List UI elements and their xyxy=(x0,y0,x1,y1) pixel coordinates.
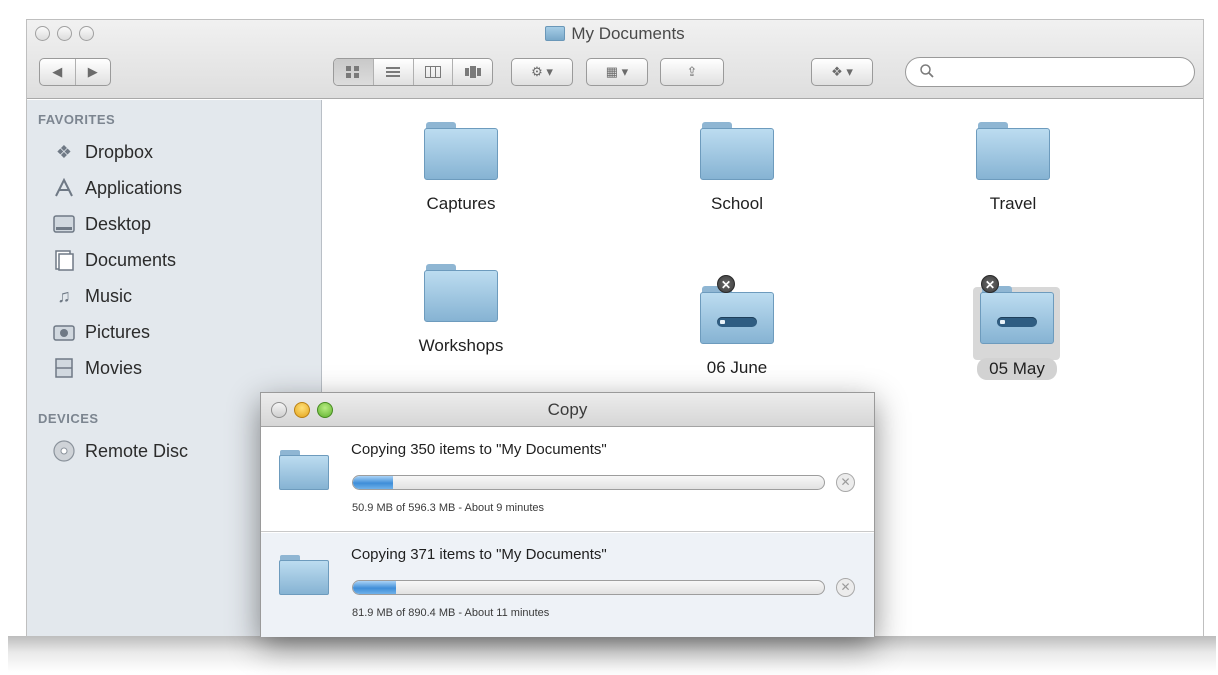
folder-name: Travel xyxy=(989,194,1037,213)
copy-window-title: Copy xyxy=(547,400,588,419)
documents-icon xyxy=(53,249,75,271)
folder-name: 06 June xyxy=(706,358,768,377)
back-button[interactable]: ◀ xyxy=(40,59,76,85)
sidebar-item-movies[interactable]: Movies xyxy=(53,353,142,383)
folder-icon xyxy=(279,450,329,490)
folder-name: Captures xyxy=(426,194,496,213)
applications-icon xyxy=(53,177,75,199)
folder-icon xyxy=(424,264,498,322)
copy-job-status: 81.9 MB of 890.4 MB - About 11 minutes xyxy=(352,607,550,619)
window-drop-shadow xyxy=(8,636,1216,672)
arrange-menu-button[interactable]: ▦ ▾ xyxy=(586,58,648,86)
folder-icon xyxy=(424,122,498,180)
folder-item[interactable]: Travel xyxy=(933,122,1093,214)
sidebar-item-label: Music xyxy=(85,285,133,306)
view-mode-control xyxy=(333,58,493,86)
folder-name: School xyxy=(711,194,763,213)
copy-progress-fill xyxy=(353,476,394,489)
folder-item[interactable]: Captures xyxy=(381,122,541,214)
column-view-icon xyxy=(424,66,441,78)
finder-toolbar: My Documents ◀ ▶ ⚙ ▾ ▦ ▾ ⇪ ❖ ▾ xyxy=(27,20,1203,99)
window-title-text: My Documents xyxy=(571,24,685,43)
icon-view-button[interactable] xyxy=(334,59,374,85)
sidebar-devices-header: DEVICES xyxy=(38,411,99,426)
sidebar-item-label: Documents xyxy=(85,249,177,270)
copy-progress-bar xyxy=(352,580,825,595)
sidebar-item-label: Remote Disc xyxy=(85,440,189,461)
copy-job-label: Copying 371 items to "My Documents" xyxy=(351,546,607,563)
folder-icon xyxy=(545,26,566,41)
cancel-copy-badge-icon[interactable]: ✕ xyxy=(981,275,999,293)
window-title: My Documents xyxy=(27,24,1203,44)
copy-job-status: 50.9 MB of 596.3 MB - About 9 minutes xyxy=(352,502,544,514)
folder-name: Workshops xyxy=(418,336,504,355)
folder-icon xyxy=(980,286,1054,344)
stop-copy-button[interactable]: ✕ xyxy=(836,578,855,597)
desktop-icon xyxy=(53,213,75,235)
copy-progress-slot-icon xyxy=(717,317,757,327)
list-view-icon xyxy=(386,67,401,77)
copying-folder-item[interactable]: ✕ 06 June xyxy=(657,275,817,378)
icon-view-icon xyxy=(346,66,360,78)
dropbox-icon: ❖ xyxy=(55,141,73,162)
folder-icon xyxy=(700,122,774,180)
sidebar-item-pictures[interactable]: Pictures xyxy=(53,317,150,347)
sidebar-favorites-header: FAVORITES xyxy=(38,112,116,127)
copy-window-titlebar: Copy xyxy=(261,393,874,427)
folder-item[interactable]: Workshops xyxy=(381,264,541,356)
coverflow-view-icon xyxy=(464,66,481,78)
sidebar-item-label: Applications xyxy=(85,177,183,198)
copy-job-row: Copying 350 items to "My Documents" ✕ 50… xyxy=(261,428,874,532)
action-menu-button[interactable]: ⚙ ▾ xyxy=(511,58,573,86)
folder-icon xyxy=(700,286,774,344)
copy-job-label: Copying 350 items to "My Documents" xyxy=(351,441,607,458)
share-button[interactable]: ⇪ xyxy=(660,58,724,86)
coverflow-view-button[interactable] xyxy=(453,59,492,85)
sidebar-item-label: Movies xyxy=(85,357,143,378)
folder-icon xyxy=(279,555,329,595)
sidebar-item-music[interactable]: ♫ Music xyxy=(53,281,132,311)
copy-progress-bar xyxy=(352,475,825,490)
sidebar-item-documents[interactable]: Documents xyxy=(53,245,176,275)
forward-button[interactable]: ▶ xyxy=(76,59,111,85)
sidebar-item-dropbox[interactable]: ❖ Dropbox xyxy=(53,137,153,167)
search-field[interactable] xyxy=(905,57,1195,87)
sidebar-item-label: Dropbox xyxy=(85,141,154,162)
movies-icon xyxy=(53,357,75,379)
sidebar-item-label: Pictures xyxy=(85,321,151,342)
sidebar-item-desktop[interactable]: Desktop xyxy=(53,209,151,239)
cancel-copy-badge-icon[interactable]: ✕ xyxy=(717,275,735,293)
folder-name: 05 May xyxy=(977,358,1057,380)
music-icon: ♫ xyxy=(57,285,71,306)
copy-job-row: Copying 371 items to "My Documents" ✕ 81… xyxy=(261,533,874,637)
stop-copy-button[interactable]: ✕ xyxy=(836,473,855,492)
list-view-button[interactable] xyxy=(374,59,414,85)
copy-progress-window: Copy Copying 350 items to "My Documents"… xyxy=(260,392,875,637)
dropbox-menu-button[interactable]: ❖ ▾ xyxy=(811,58,873,86)
back-forward-control: ◀ ▶ xyxy=(39,58,111,86)
pictures-icon xyxy=(53,321,75,343)
sidebar-item-applications[interactable]: Applications xyxy=(53,173,182,203)
remote-disc-icon xyxy=(53,440,75,462)
sidebar-item-remote-disc[interactable]: Remote Disc xyxy=(53,436,188,466)
copy-progress-slot-icon xyxy=(997,317,1037,327)
copy-progress-fill xyxy=(353,581,397,594)
column-view-button[interactable] xyxy=(414,59,454,85)
folder-icon xyxy=(976,122,1050,180)
sidebar-item-label: Desktop xyxy=(85,213,152,234)
search-icon xyxy=(920,64,934,78)
folder-item[interactable]: School xyxy=(657,122,817,214)
copying-folder-item-selected[interactable]: ✕ 05 May xyxy=(937,275,1097,380)
